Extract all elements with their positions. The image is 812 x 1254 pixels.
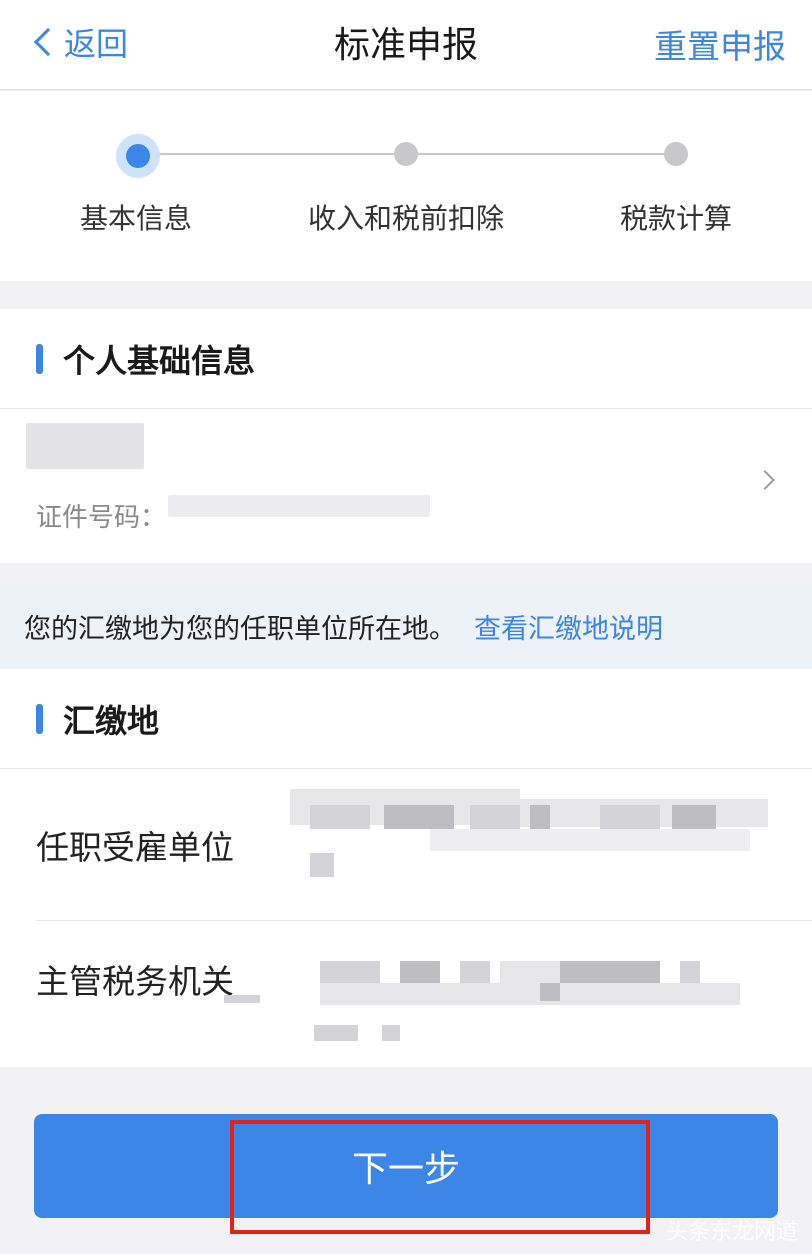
step-indicator — [664, 142, 688, 166]
section-title: 个人基础信息 — [63, 341, 256, 380]
section-accent-bar — [36, 703, 43, 734]
remittance-card: 汇缴地 任职受雇单位 主管税务机关 — [0, 669, 812, 1067]
chevron-left-icon — [33, 27, 63, 57]
tax-authority-label: 主管税务机关 — [36, 962, 234, 1001]
id-number-label: 证件号码： — [36, 503, 167, 533]
step-label-basic-info: 基本信息 — [79, 202, 193, 235]
section-accent-bar — [36, 343, 43, 374]
step-indicator-active — [116, 134, 160, 178]
redacted-id-number — [168, 495, 430, 517]
step-indicator — [394, 142, 418, 166]
remittance-notice: 您的汇缴地为您的任职单位所在地。 查看汇缴地说明 — [0, 585, 812, 667]
step-label-income-deductions: 收入和税前扣除 — [307, 202, 505, 235]
section-header: 个人基础信息 — [0, 309, 812, 409]
progress-stepper: 基本信息 收入和税前扣除 税款计算 — [0, 91, 812, 281]
remittance-explanation-link[interactable]: 查看汇缴地说明 — [474, 607, 663, 646]
step-connector — [138, 153, 406, 155]
chevron-right-icon — [755, 470, 775, 490]
person-row[interactable]: 证件号码： — [0, 409, 812, 563]
section-header: 汇缴地 — [0, 669, 812, 769]
employer-label: 任职受雇单位 — [36, 828, 234, 867]
notice-text: 您的汇缴地为您的任职单位所在地。 — [24, 613, 456, 645]
next-step-button[interactable]: 下一步 — [34, 1114, 778, 1218]
watermark: 头条东龙网道 — [665, 1220, 798, 1245]
employer-field-row[interactable]: 任职受雇单位 — [0, 769, 812, 921]
section-title: 汇缴地 — [63, 701, 160, 740]
reset-declaration-button[interactable]: 重置申报 — [654, 20, 786, 68]
personal-info-card: 个人基础信息 证件号码： — [0, 309, 812, 563]
back-button[interactable]: 返回 — [30, 18, 128, 66]
redacted-name — [26, 423, 144, 469]
tax-authority-field-row[interactable]: 主管税务机关 — [0, 921, 812, 1067]
step-label-tax-calculation: 税款计算 — [619, 202, 733, 235]
back-label: 返回 — [64, 25, 129, 63]
navigation-bar: 返回 标准申报 重置申报 — [0, 0, 812, 90]
step-connector — [406, 153, 676, 155]
